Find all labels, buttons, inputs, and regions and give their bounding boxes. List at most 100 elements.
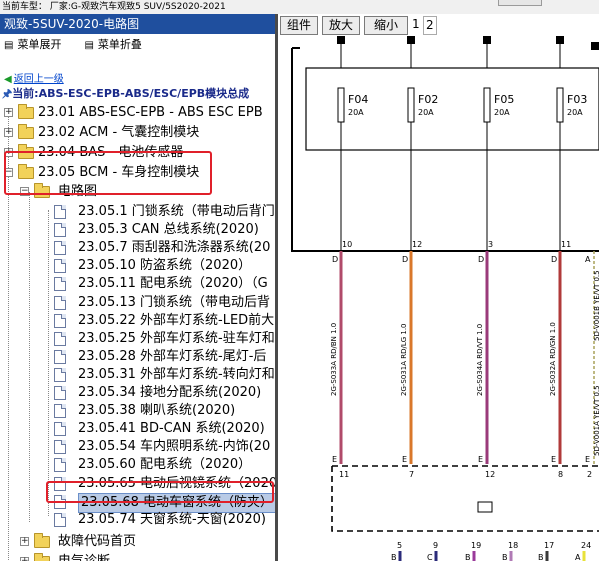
- wire-label: 5D-V001A YE/VT 0.5: [593, 385, 599, 456]
- folder-icon: [18, 124, 34, 139]
- top-status-bar: 当前车型： 厂家:G-观致汽车观致5 SUV/5S2020-2021: [0, 0, 599, 14]
- fuse-name: F04: [348, 93, 368, 106]
- expand-toggle[interactable]: +: [4, 108, 13, 117]
- document-icon: [54, 386, 66, 400]
- document-icon: [54, 313, 66, 328]
- document-icon: [54, 367, 66, 382]
- lower-connector-pin: 8: [558, 470, 563, 479]
- document-icon: [54, 259, 66, 274]
- connector-pin-number: 11: [561, 240, 571, 249]
- document-icon: [54, 404, 66, 419]
- sidebar-title: 观致-5SUV-2020-电路图: [0, 14, 275, 34]
- connector-pin-number: 10: [342, 240, 352, 249]
- wire-terminal-letter: A: [585, 255, 591, 264]
- fuse-name: F02: [418, 93, 438, 106]
- wire-label: 5D-V001B YE/VT 0.5: [593, 270, 599, 341]
- lower-pin-letter: B: [391, 553, 397, 561]
- wire-terminal-letter: E: [402, 455, 407, 464]
- top-partial-button[interactable]: [498, 0, 542, 6]
- wire-label: 2G-S034A RD/VT 1.0: [476, 324, 484, 396]
- document-icon: [54, 277, 66, 292]
- wire-terminal-letter: D: [551, 255, 557, 264]
- fuse-rating: 20A: [494, 108, 510, 117]
- zoom-out-button[interactable]: 缩小: [364, 16, 408, 35]
- fuse-rating: 20A: [567, 108, 583, 117]
- connector-square: [483, 36, 491, 44]
- current-location: 🖈当前:ABS-ESC-EPB-ABS/ESC/EPB模块总成: [2, 87, 250, 100]
- wire-terminal-letter: E: [585, 455, 590, 464]
- expand-toggle[interactable]: +: [20, 557, 29, 561]
- menu-collapse-button[interactable]: 菜单折叠: [98, 38, 142, 51]
- back-arrow-icon: ◀: [4, 74, 12, 85]
- folder-icon: [34, 553, 50, 561]
- fuse-symbol: [407, 87, 415, 123]
- back-link[interactable]: ◀ 返回上一级: [4, 70, 64, 85]
- folder-icon: [18, 104, 34, 119]
- zoom-in-button[interactable]: 放大: [322, 16, 360, 35]
- fuse-symbol: [556, 87, 564, 123]
- wiring-diagram: F04 20A 10 F02 20A 12 F05 20A 3 F03 20A 11 D E 2G-S033…: [291, 36, 599, 561]
- document-icon: [54, 440, 66, 455]
- lower-pin-number: 24: [581, 541, 591, 550]
- menu-collapse-icon: ▤: [84, 40, 94, 51]
- document-icon: [54, 512, 66, 527]
- menu-controls: ▤ 菜单展开 ▤ 菜单折叠: [0, 34, 275, 56]
- fuse-name: F03: [567, 93, 587, 106]
- document-icon: [54, 241, 66, 256]
- wire-terminal-letter: D: [478, 255, 484, 264]
- lower-pin-letter: C: [427, 553, 433, 561]
- lower-connector-pin: 7: [409, 470, 414, 479]
- connector-square: [407, 36, 415, 44]
- connector-pin-number: 12: [412, 240, 422, 249]
- lower-pin-number: 18: [508, 541, 518, 550]
- diagram-panel: 组件 放大 缩小 1 2 F04 20A 10 F02 20A 12 F05 20A 3 F03 2…: [278, 14, 599, 561]
- chip-symbol: [477, 501, 493, 513]
- sidebar-tree-panel: 观致-5SUV-2020-电路图 ▤ 菜单展开 ▤ 菜单折叠 ◀ 返回上一级 🖈当前:…: [0, 14, 275, 561]
- lower-pin-number: 9: [433, 541, 438, 550]
- lower-connector-pin: 12: [485, 470, 495, 479]
- pin-icon: 🖈: [2, 87, 13, 100]
- connector-square: [556, 36, 564, 44]
- document-icon: [54, 422, 66, 437]
- lower-pin-letter: B: [502, 553, 508, 561]
- folder-icon: [34, 533, 50, 548]
- document-icon: [54, 223, 66, 238]
- wire-terminal-letter: D: [402, 255, 408, 264]
- expand-toggle[interactable]: +: [4, 128, 13, 137]
- document-icon: [54, 458, 66, 473]
- document-icon: [54, 295, 66, 310]
- lower-pin-letter: A: [575, 553, 581, 561]
- wire-terminal-letter: E: [478, 455, 483, 464]
- lower-pin-letter: B: [538, 553, 544, 561]
- page-2-link[interactable]: 2: [423, 16, 437, 35]
- menu-expand-button[interactable]: 菜单展开: [17, 38, 61, 51]
- wire-label: 2G-S031A RD/LG 1.0: [400, 323, 408, 396]
- document-icon: [54, 331, 66, 346]
- lower-pin-number: 17: [544, 541, 554, 550]
- document-icon: [54, 349, 66, 364]
- menu-expand-icon: ▤: [4, 40, 14, 51]
- tree-connector-folder: [29, 192, 30, 522]
- wire-terminal-letter: E: [332, 455, 337, 464]
- lower-connector-pin: 2: [587, 470, 592, 479]
- wire-terminal-letter: D: [332, 255, 338, 264]
- connector-square: [337, 36, 345, 44]
- expand-toggle[interactable]: +: [20, 537, 29, 546]
- wire-terminal-letter: E: [551, 455, 556, 464]
- fuse-rating: 20A: [418, 108, 434, 117]
- fuse-rating: 20A: [348, 108, 364, 117]
- wire-label: 2G-S033A RD/BN 1.0: [330, 323, 338, 396]
- connector-square: [591, 42, 599, 50]
- highlight-box-bcm: [4, 151, 212, 195]
- lower-pin-number: 5: [397, 541, 402, 550]
- vehicle-model-label: 当前车型： 厂家:G-观致汽车观致5 SUV/5S2020-2021: [2, 2, 226, 12]
- fuse-name: F05: [494, 93, 514, 106]
- page-1-link[interactable]: 1: [412, 16, 420, 33]
- lower-connector-pin: 11: [339, 470, 349, 479]
- connector-pin-number: 3: [488, 240, 493, 249]
- tree-connector-docs: [48, 210, 49, 516]
- lower-pin-letter: B: [465, 553, 471, 561]
- lower-pin-number: 19: [471, 541, 481, 550]
- document-icon: [54, 205, 66, 219]
- components-button[interactable]: 组件: [280, 16, 318, 35]
